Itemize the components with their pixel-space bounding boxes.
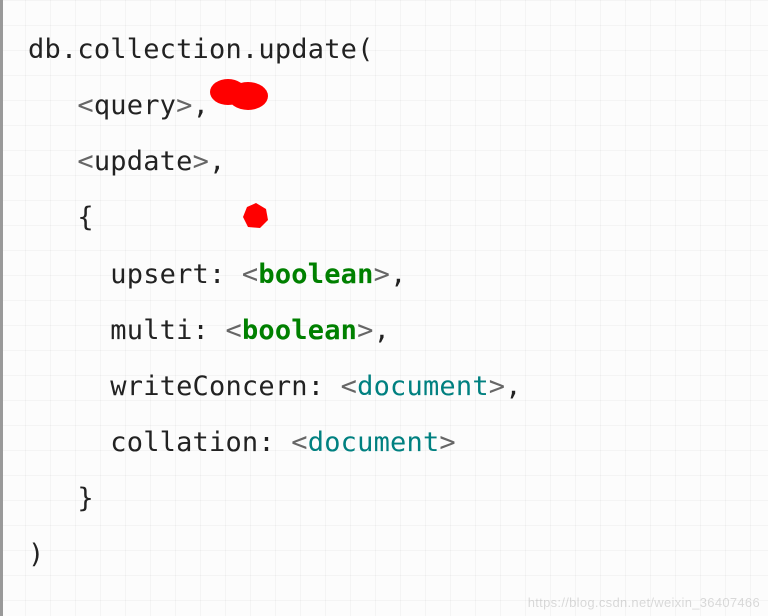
code-block: db.collection.update( <query>, <update>,…	[0, 0, 768, 584]
code-line: <update>,	[28, 146, 226, 177]
code-line: {	[28, 202, 94, 233]
code-line: multi: <boolean>,	[28, 315, 390, 346]
code-line: )	[28, 539, 44, 570]
code-line: }	[28, 483, 94, 514]
code-line: upsert: <boolean>,	[28, 259, 407, 290]
code-line: db.collection.update(	[28, 34, 374, 65]
code-line: <query>,	[28, 90, 209, 121]
watermark: https://blog.csdn.net/weixin_36407466	[528, 595, 760, 610]
code-line: collation: <document>	[28, 427, 456, 458]
left-border	[0, 0, 3, 616]
code-line: writeConcern: <document>,	[28, 371, 522, 402]
